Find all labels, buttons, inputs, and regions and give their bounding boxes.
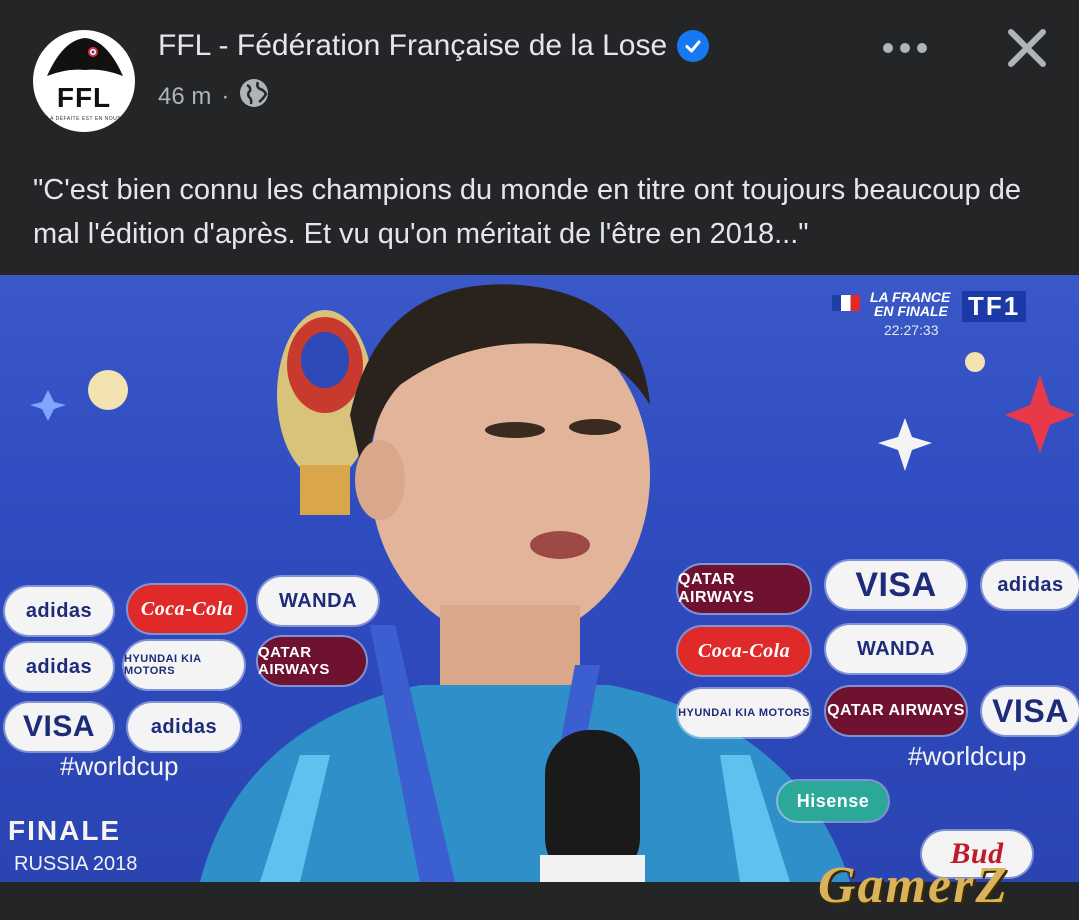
broadcast-time: 22:27:33 bbox=[884, 322, 939, 338]
sponsor-board: WANDA bbox=[826, 625, 966, 673]
avatar-label: FFL bbox=[56, 82, 112, 113]
globe-icon bbox=[239, 78, 269, 115]
broadcast-headline-2: EN FINALE bbox=[874, 303, 948, 319]
sponsor-board: adidas bbox=[5, 643, 113, 691]
hashtag-text: #worldcup bbox=[60, 751, 179, 781]
watermark-logo: GamerZ bbox=[818, 857, 1010, 914]
tf1-logo: TF1 bbox=[962, 291, 1027, 322]
sponsor-board: VISA bbox=[826, 561, 966, 609]
more-options-button[interactable] bbox=[880, 30, 930, 66]
sponsor-board: QATAR AIRWAYS bbox=[258, 637, 366, 685]
sponsor-board: adidas bbox=[982, 561, 1079, 609]
more-horizontal-icon bbox=[883, 43, 927, 53]
sponsor-board: Hisense bbox=[778, 781, 888, 821]
avatar-motto: LA DÉFAITE EST EN NOUS bbox=[46, 116, 122, 122]
hashtag-text: #worldcup bbox=[908, 741, 1027, 771]
sponsor-board: VISA bbox=[982, 687, 1079, 735]
lower-left-title: FINALE bbox=[8, 815, 122, 846]
close-button[interactable] bbox=[1003, 24, 1051, 72]
sponsor-board: Coca-Cola bbox=[678, 627, 810, 675]
post-image[interactable]: adidas Coca-Cola WANDA adidas HYUNDAI KI… bbox=[0, 275, 1079, 882]
sponsor-board: Coca-Cola bbox=[128, 585, 246, 633]
france-flag-icon bbox=[832, 295, 860, 311]
meta-separator: · bbox=[221, 82, 230, 110]
page-avatar[interactable]: FFL LA DÉFAITE EST EN NOUS bbox=[33, 30, 135, 132]
sponsor-board: adidas bbox=[5, 587, 113, 635]
sponsor-board: WANDA bbox=[258, 577, 378, 625]
close-icon bbox=[1008, 29, 1046, 67]
page-name-row: FFL - Fédération Française de la Lose bbox=[158, 29, 710, 63]
post-header: FFL LA DÉFAITE EST EN NOUS FFL - Fédérat… bbox=[0, 0, 1079, 150]
sponsor-board: QATAR AIRWAYS bbox=[678, 565, 810, 613]
sponsor-board: QATAR AIRWAYS bbox=[826, 687, 966, 735]
verified-badge-icon bbox=[677, 30, 710, 62]
sponsor-board: HYUNDAI KIA MOTORS bbox=[678, 689, 810, 737]
post-meta: 46 m · bbox=[158, 78, 269, 115]
sponsor-board: VISA bbox=[5, 703, 113, 751]
lower-left-subtitle: RUSSIA 2018 bbox=[14, 853, 138, 875]
post-timestamp[interactable]: 46 m bbox=[158, 83, 211, 111]
page-name[interactable]: FFL - Fédération Française de la Lose bbox=[158, 29, 667, 63]
sponsor-board: HYUNDAI KIA MOTORS bbox=[124, 641, 244, 689]
post-text: "C'est bien connu les champions du monde… bbox=[33, 174, 1021, 250]
sponsor-board: adidas bbox=[128, 703, 240, 751]
